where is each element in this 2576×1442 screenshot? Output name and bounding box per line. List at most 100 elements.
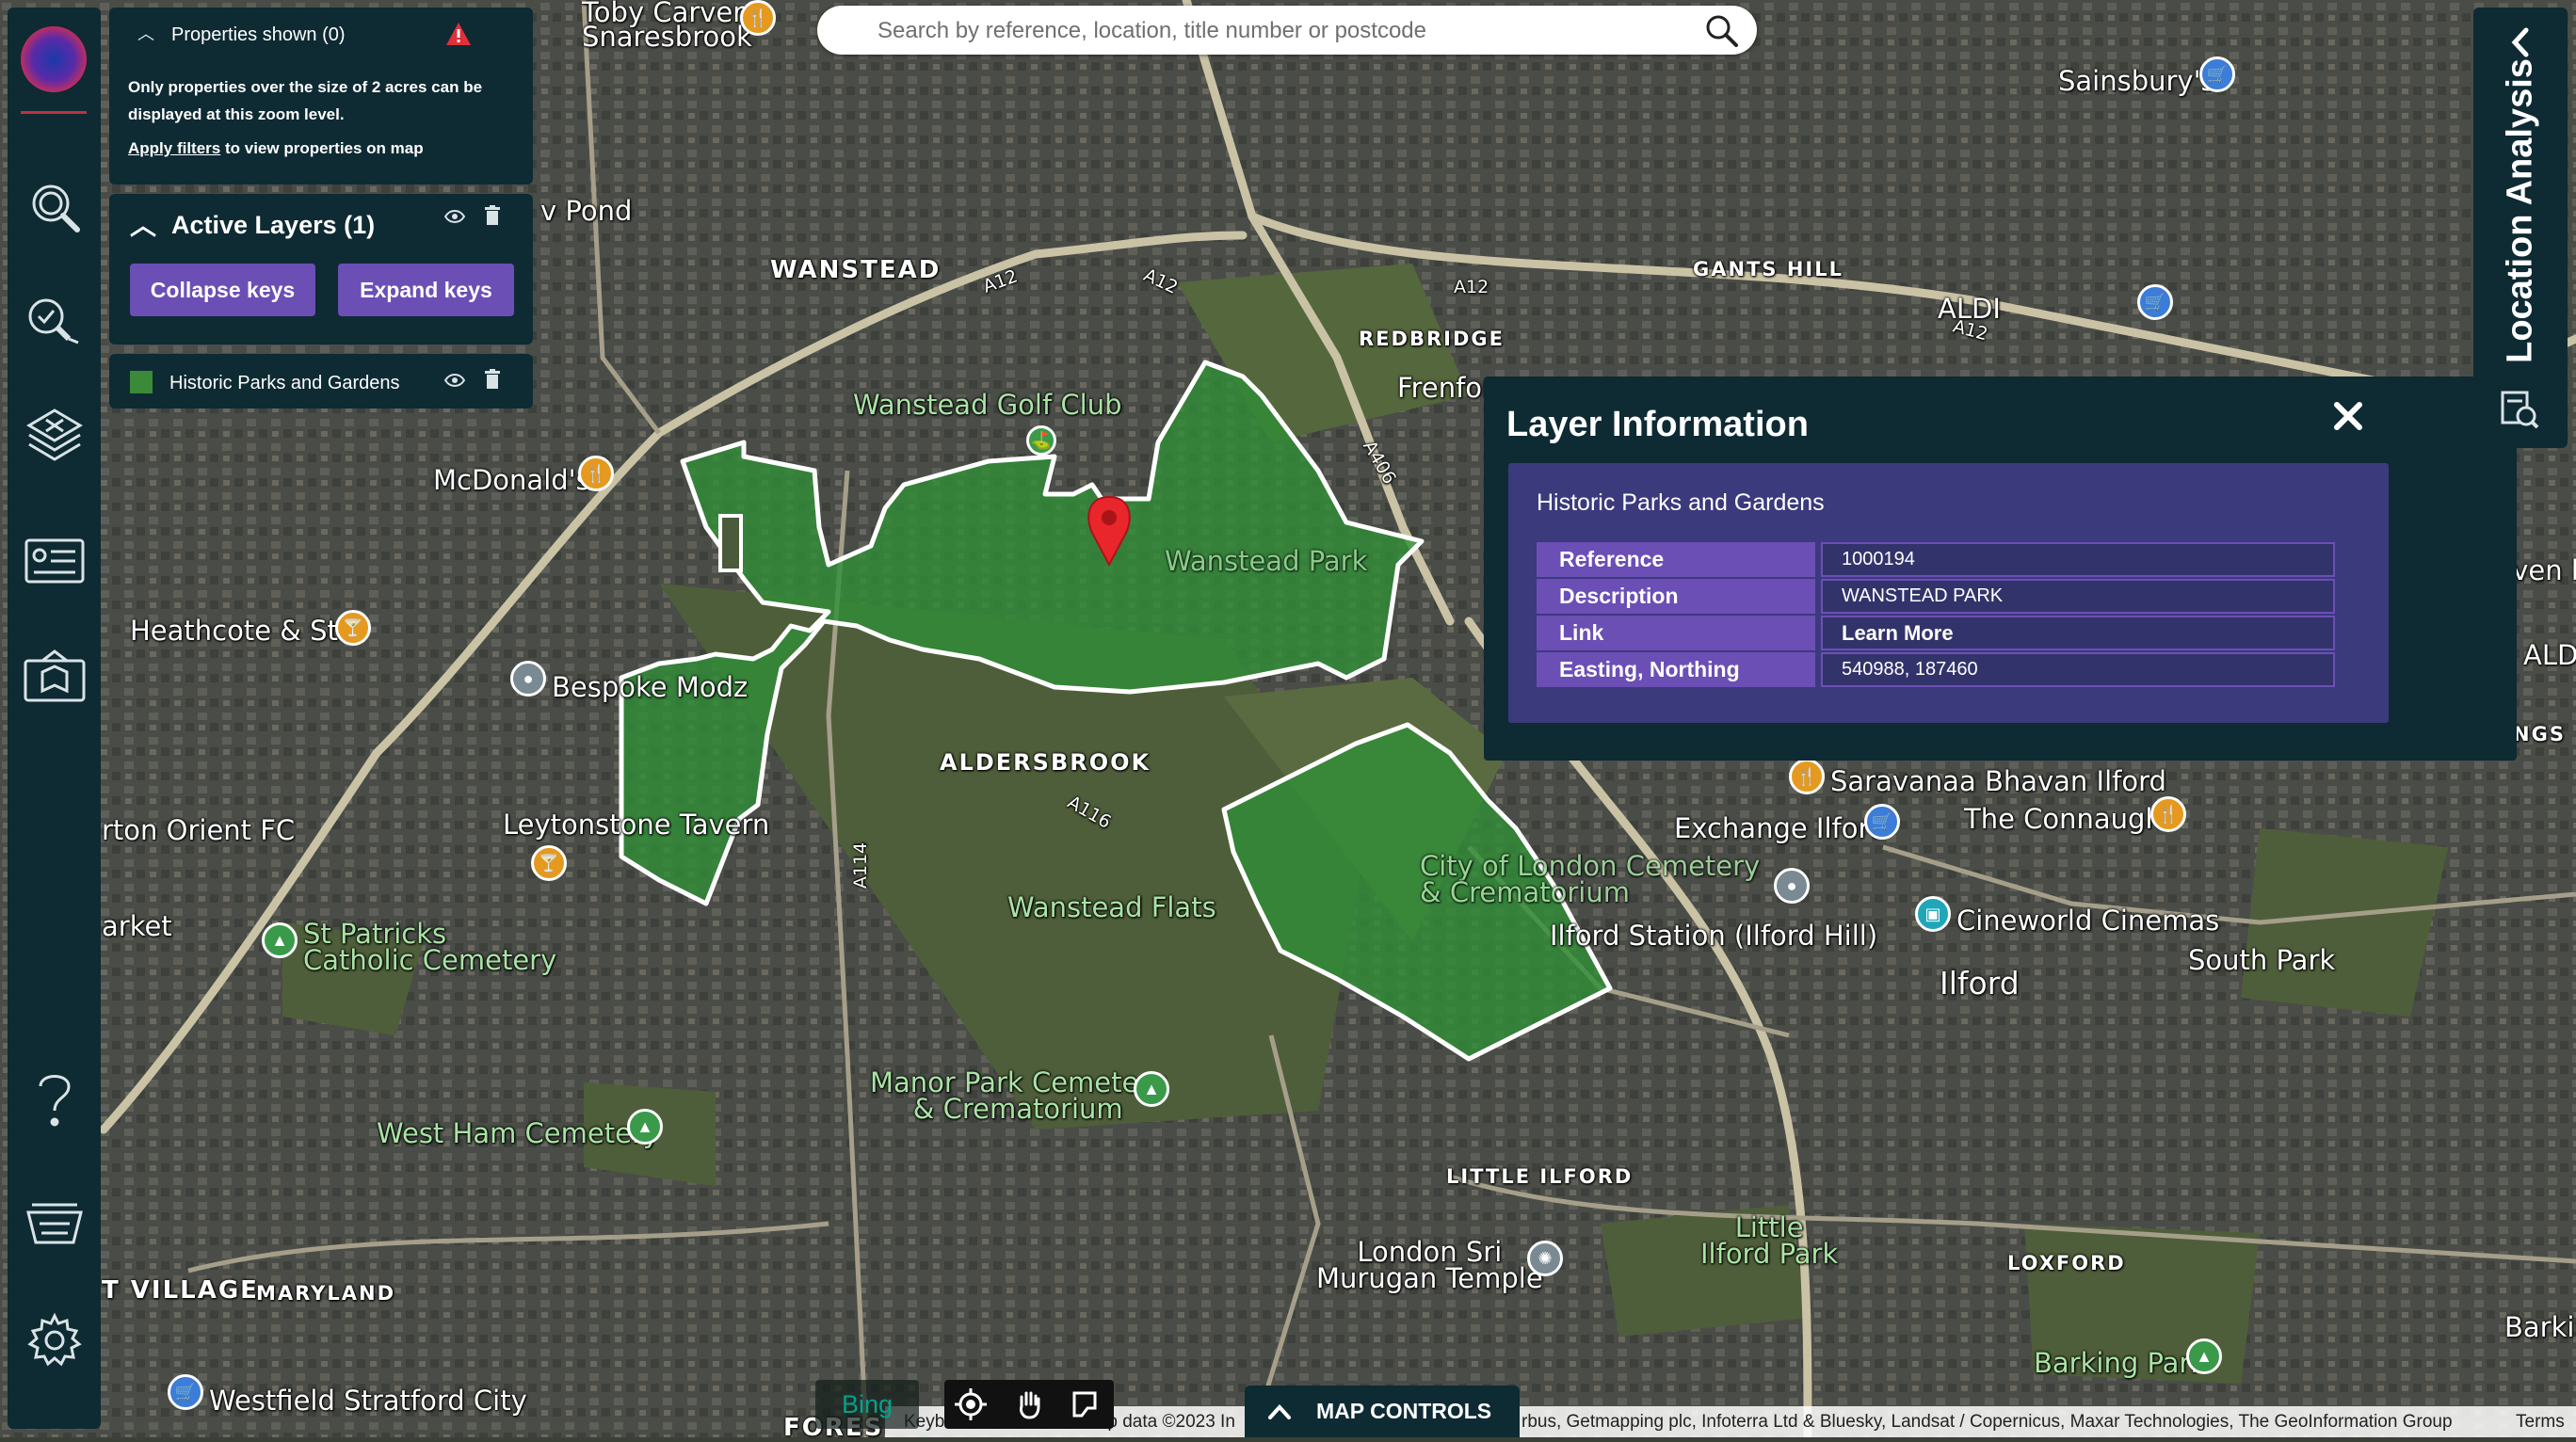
- map-label-mcdonalds: McDonald's: [433, 464, 590, 496]
- map-attribution: Keyboard shortcuts Map data ©2023 In rbu…: [885, 1406, 2576, 1437]
- map-label-toby: Toby Carvery Snaresbrook: [582, 0, 761, 53]
- expand-keys-button[interactable]: Expand keys: [338, 264, 514, 316]
- help-icon[interactable]: [8, 1067, 101, 1130]
- info-value: WANSTEAD PARK: [1821, 579, 2335, 614]
- basket-icon[interactable]: [8, 1192, 101, 1248]
- layers-icon[interactable]: [8, 403, 101, 469]
- road-label-a114: A114: [850, 841, 872, 889]
- app-logo[interactable]: [21, 26, 87, 92]
- info-row-reference: Reference 1000194: [1537, 542, 2337, 577]
- search-bar[interactable]: [817, 6, 1757, 56]
- map-label-aldersbrook: ALDERSBROOK: [940, 749, 1151, 776]
- map-label-golf-club: Wanstead Golf Club: [853, 389, 1122, 421]
- search-icon[interactable]: [1704, 13, 1740, 49]
- shopping-pin-icon[interactable]: 🛒: [1864, 804, 1900, 840]
- map-label-redbridge: REDBRIDGE: [1359, 328, 1505, 350]
- map-label-wanstead-flats: Wanstead Flats: [1007, 891, 1216, 923]
- layer-information-popup: Layer Information Historic Parks and Gar…: [1484, 377, 2517, 761]
- restaurant-pin-icon[interactable]: 🍴: [1789, 759, 1825, 794]
- location-analysis-title: Location Analysis: [2500, 58, 2540, 363]
- warning-icon: [446, 23, 471, 45]
- bar-pin-icon[interactable]: 🍸: [335, 610, 371, 646]
- active-layers-title: Active Layers (1): [171, 211, 376, 239]
- settings-gear-icon[interactable]: [8, 1312, 101, 1369]
- select-area-icon[interactable]: [1069, 1387, 1103, 1421]
- properties-message: Only properties over the size of 2 acres…: [128, 78, 483, 123]
- park-pin-icon[interactable]: ▲: [2186, 1338, 2222, 1374]
- learn-more-link[interactable]: Learn More: [1821, 616, 2335, 650]
- location-analysis-tab[interactable]: Location Analysis: [2473, 8, 2568, 448]
- restaurant-pin-icon[interactable]: 🍴: [578, 456, 614, 491]
- map-label-exchange: Exchange Ilford: [1674, 812, 1887, 844]
- terms-link[interactable]: Terms: [2516, 1406, 2565, 1437]
- park-pin-icon[interactable]: ▲: [1134, 1071, 1169, 1107]
- map-label-west-ham: West Ham Cemetery: [377, 1117, 660, 1149]
- park-pin-icon[interactable]: ▲: [627, 1109, 663, 1145]
- visibility-eye-icon[interactable]: [444, 373, 465, 388]
- map-label-cineworld: Cineworld Cinemas: [1956, 905, 2220, 937]
- area-search-icon[interactable]: [8, 290, 101, 350]
- layer-name: Historic Parks and Gardens: [169, 373, 400, 393]
- park-pin-icon[interactable]: ▲: [262, 922, 298, 958]
- map-label-wanstead: WANSTEAD: [770, 256, 942, 284]
- map-label-maryland: MARYLAND: [256, 1282, 396, 1305]
- map-label-t-village: T VILLAGE: [102, 1276, 259, 1305]
- map-label-little-ilford: LITTLE ILFORD: [1446, 1165, 1634, 1188]
- shopping-pin-icon[interactable]: 🛒: [2199, 56, 2235, 92]
- cinema-pin-icon[interactable]: ▣: [1915, 896, 1951, 932]
- temple-pin-icon[interactable]: ✺: [1527, 1241, 1563, 1276]
- layer-info-subtitle: Historic Parks and Gardens: [1537, 489, 1825, 516]
- visibility-eye-icon[interactable]: [444, 209, 465, 224]
- restaurant-pin-icon[interactable]: 🍴: [740, 0, 776, 36]
- map-label-pond: v Pond: [540, 195, 633, 227]
- map-label-market: arket: [102, 910, 172, 942]
- close-icon[interactable]: [2333, 401, 2363, 431]
- trash-icon[interactable]: [484, 205, 501, 226]
- place-pin-icon[interactable]: ●: [1774, 868, 1810, 904]
- map-label-leytonstone: Leytonstone Tavern: [503, 809, 770, 841]
- info-value: 540988, 187460: [1821, 652, 2335, 687]
- bing-logo-text: Bing: [841, 1389, 894, 1418]
- map-label-manor-park: Manor Park Cemetery & Crematorium: [870, 1066, 1167, 1125]
- pan-hand-icon[interactable]: [1012, 1387, 1046, 1421]
- map-label-little-ilford-park: Little Ilford Park: [1700, 1211, 1839, 1270]
- map-label-gants-hill: GANTS HILL: [1693, 258, 1843, 280]
- locate-icon[interactable]: [954, 1387, 988, 1421]
- map-label-south-park: South Park: [2188, 944, 2336, 976]
- map-label-westfield: Westfield Stratford City: [209, 1385, 527, 1417]
- chevron-left-icon[interactable]: [2507, 26, 2534, 58]
- layer-row[interactable]: Historic Parks and Gardens: [109, 354, 533, 409]
- bar-pin-icon[interactable]: 🍸: [531, 845, 567, 881]
- properties-panel: ︿ Properties shown (0) Only properties o…: [109, 8, 533, 184]
- chevron-up-icon[interactable]: ︿: [137, 21, 154, 45]
- map-label-ald: ALD: [2523, 639, 2576, 671]
- dashboard-icon[interactable]: [8, 535, 101, 587]
- trash-icon[interactable]: [484, 369, 501, 390]
- map-label-barking-park: Barking Park: [2034, 1347, 2207, 1379]
- map-label-london-sri: London Sri Murugan Temple: [1316, 1236, 1543, 1294]
- place-pin-icon[interactable]: ●: [510, 661, 546, 697]
- restaurant-pin-icon[interactable]: 🍴: [2150, 796, 2186, 832]
- map-label-sainsburys: Sainsbury's: [2058, 65, 2215, 97]
- map-controls-button[interactable]: MAP CONTROLS: [1245, 1386, 1520, 1437]
- golf-pin-icon[interactable]: ⛳: [1026, 425, 1056, 456]
- properties-title: Properties shown (0): [171, 24, 346, 45]
- map-label-loxford: LOXFORD: [2007, 1252, 2126, 1274]
- road-label-a12-c: A12: [1454, 277, 1489, 297]
- search-tool-icon[interactable]: [8, 177, 101, 237]
- layer-info-card: Historic Parks and Gardens Reference 100…: [1508, 463, 2389, 723]
- info-key: Easting, Northing: [1537, 652, 1815, 687]
- info-row-description: Description WANSTEAD PARK: [1537, 579, 2337, 614]
- map-label-orient: rton Orient FC: [102, 814, 296, 846]
- bing-logo: Bing: [815, 1380, 919, 1429]
- analysis-icon[interactable]: [2500, 390, 2539, 429]
- apply-filters-link[interactable]: Apply filters: [128, 139, 220, 157]
- map-book-icon[interactable]: [8, 648, 101, 704]
- collapse-keys-button[interactable]: Collapse keys: [130, 264, 315, 316]
- info-key: Reference: [1537, 542, 1815, 577]
- map-label-st-patricks: St Patricks Catholic Cemetery: [303, 918, 557, 976]
- shopping-pin-icon[interactable]: 🛒: [168, 1374, 203, 1410]
- chevron-up-icon[interactable]: ︿: [130, 205, 156, 243]
- search-input[interactable]: [876, 6, 1680, 56]
- shopping-pin-icon[interactable]: 🛒: [2137, 284, 2173, 320]
